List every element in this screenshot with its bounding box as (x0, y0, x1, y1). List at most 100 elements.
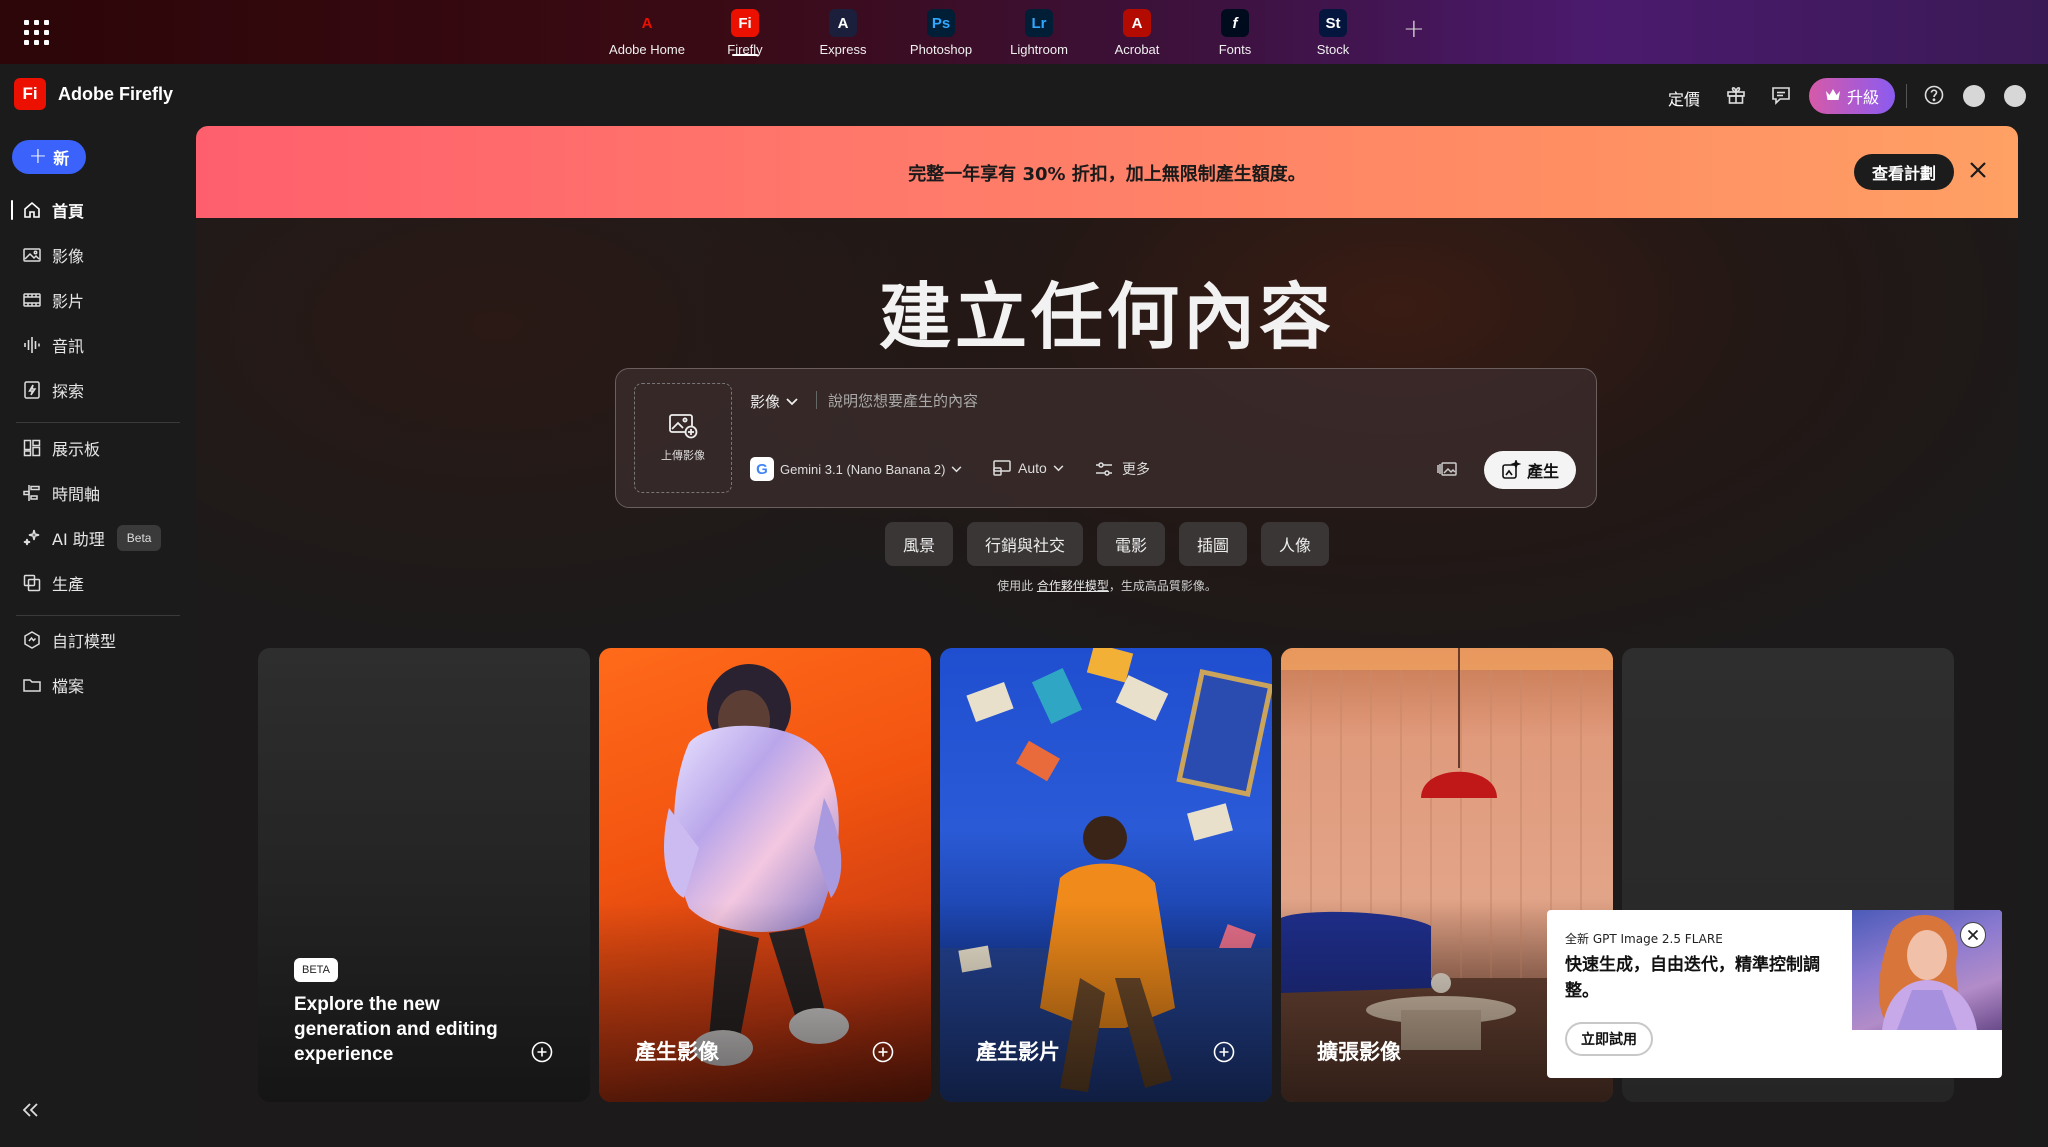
new-button-label: 新 (53, 149, 70, 168)
add-circle-icon[interactable] (530, 1040, 554, 1068)
content-type-dropdown[interactable]: 影像 (750, 391, 798, 412)
generate-button[interactable]: 產生 (1484, 451, 1576, 489)
header: Fi Adobe Firefly 定價 升級 (0, 64, 2048, 126)
upload-image-button[interactable]: 上傳影像 (634, 383, 732, 493)
sidebar-item-label: 探索 (52, 382, 85, 401)
lightroom-icon: Lr (1025, 9, 1053, 37)
chevron-down-icon (1053, 464, 1064, 471)
ai-assistant-icon (23, 529, 40, 546)
view-plans-button[interactable]: 查看計劃 (1854, 154, 1954, 190)
app-photoshop[interactable]: Ps Photoshop (892, 0, 990, 64)
google-logo-icon: G (750, 457, 774, 481)
more-settings-label: 更多 (1122, 462, 1150, 478)
explore-card-text: Explore the new generation and editing e… (294, 994, 498, 1065)
app-name: Express (819, 42, 867, 57)
explore-card[interactable]: BETA Explore the new generation and edit… (258, 648, 590, 1102)
beta-badge: BETA (294, 958, 338, 982)
help-icon[interactable] (1922, 83, 1946, 107)
sidebar-item-files[interactable]: 檔案 (12, 667, 182, 703)
app-title[interactable]: Adobe Firefly (58, 84, 173, 105)
app-firefly[interactable]: Fi Firefly (696, 0, 794, 64)
sidebar-item-boards[interactable]: 展示板 (12, 430, 182, 466)
app-acrobat[interactable]: A Acrobat (1088, 0, 1186, 64)
crown-icon (1825, 87, 1841, 106)
model-selector[interactable]: G Gemini 3.1 (Nano Banana 2) (750, 457, 962, 481)
sidebar-item-video[interactable]: 影片 (12, 282, 182, 318)
generate-video-label: 產生影片 (976, 1040, 1060, 1064)
popup-headline: 快速生成，自由迭代，精準控制調整。 (1565, 955, 1820, 1001)
app-lightroom[interactable]: Lr Lightroom (990, 0, 1088, 64)
timeline-icon (23, 485, 40, 501)
beta-badge: Beta (116, 525, 162, 551)
app-fonts[interactable]: f Fonts (1186, 0, 1284, 64)
generate-image-card[interactable]: 產生影像 (599, 648, 931, 1102)
plus-icon: + (28, 144, 48, 169)
acrobat-icon: A (1123, 9, 1151, 37)
try-now-button[interactable]: 立即試用 (1565, 1022, 1653, 1056)
model-name: Gemini 3.1 (Nano Banana 2) (780, 461, 946, 477)
prompt-input[interactable] (828, 387, 1528, 415)
partner-note-suffix: ，生成高品質影像。 (1108, 579, 1217, 593)
app-switcher-bar: A Adobe Home Fi Firefly A Express Ps Photoshop L… (0, 0, 2048, 64)
custom-models-icon (24, 631, 40, 649)
promo-banner: 完整一年享有 30% 折扣，加上無限制產生額度。 查看計劃 (196, 126, 2018, 218)
sidebar-item-image[interactable]: 影像 (12, 237, 182, 273)
sidebar-item-custom-models[interactable]: 自訂模型 (12, 622, 182, 658)
app-name: Lightroom (1010, 42, 1068, 57)
close-icon[interactable] (1960, 922, 1986, 948)
gift-icon[interactable] (1724, 83, 1748, 107)
header-divider (1906, 84, 1907, 108)
app-name: Adobe Home (609, 42, 685, 57)
generate-video-card[interactable]: 產生影片 (940, 648, 1272, 1102)
add-circle-icon[interactable] (871, 1040, 895, 1068)
card-shade (940, 902, 1272, 1102)
upgrade-button[interactable]: 升級 (1809, 78, 1895, 114)
chip-landscape[interactable]: 風景 (884, 522, 953, 566)
sidebar-item-timeline[interactable]: 時間軸 (12, 475, 182, 511)
sidebar-item-label: AI 助理 (52, 530, 105, 549)
user-avatar[interactable] (2004, 85, 2026, 107)
sidebar-item-explore[interactable]: 探索 (12, 372, 182, 408)
app-adobe-home[interactable]: A Adobe Home (598, 0, 696, 64)
prompt-box: 上傳影像 影像 G Gemini 3.1 (Nano Banana 2) Aut… (615, 368, 1597, 508)
feedback-icon[interactable] (1769, 83, 1793, 107)
new-button[interactable]: + 新 (12, 140, 86, 174)
sidebar-item-home[interactable]: 首頁 (11, 192, 182, 228)
upload-image-label: 上傳影像 (661, 449, 705, 462)
firefly-logo[interactable]: Fi (14, 78, 46, 110)
sidebar-item-label: 首頁 (52, 202, 85, 221)
expand-image-label: 擴張影像 (1317, 1040, 1401, 1064)
app-name: Acrobat (1114, 42, 1160, 57)
apps-avatar[interactable] (1963, 85, 1985, 107)
partner-model-link[interactable]: 合作夥伴模型 (1037, 579, 1109, 593)
chevron-down-icon (786, 397, 798, 405)
partner-model-note: 使用此 合作夥伴模型，生成高品質影像。 (196, 577, 2018, 594)
collapse-sidebar-icon[interactable] (20, 1100, 42, 1124)
plus-icon[interactable]: + (1403, 14, 1425, 44)
chip-illustration[interactable]: 插圖 (1179, 522, 1248, 566)
sidebar-item-label: 影片 (52, 292, 85, 311)
upgrade-label: 升級 (1846, 88, 1879, 107)
style-reference-icon[interactable] (1436, 460, 1458, 482)
more-settings-button[interactable]: 更多 (1094, 459, 1150, 479)
app-express[interactable]: A Express (794, 0, 892, 64)
sidebar-item-production[interactable]: 生產 (12, 565, 182, 601)
chip-film[interactable]: 電影 (1096, 522, 1165, 566)
app-grid-icon[interactable] (24, 20, 50, 46)
pricing-link[interactable]: 定價 (1668, 86, 1700, 110)
aspect-ratio-selector[interactable]: Auto (992, 459, 1064, 477)
sidebar-divider (16, 615, 180, 616)
hero-title: 建立任何內容 (878, 275, 1335, 359)
chip-portrait[interactable]: 人像 (1261, 522, 1330, 566)
adobe-home-icon: A (641, 14, 653, 32)
app-name: Firefly (727, 42, 763, 57)
image-icon (23, 248, 41, 262)
close-icon[interactable] (1966, 158, 1990, 186)
sidebar-item-ai-assistant[interactable]: AI 助理 Beta (12, 520, 182, 556)
sidebar-item-label: 自訂模型 (52, 632, 117, 651)
add-image-icon (669, 414, 698, 439)
add-circle-icon[interactable] (1212, 1040, 1236, 1068)
app-stock[interactable]: St Stock (1284, 0, 1382, 64)
sidebar-item-audio[interactable]: 音訊 (12, 327, 182, 363)
chip-marketing-social[interactable]: 行銷與社交 (966, 522, 1083, 566)
